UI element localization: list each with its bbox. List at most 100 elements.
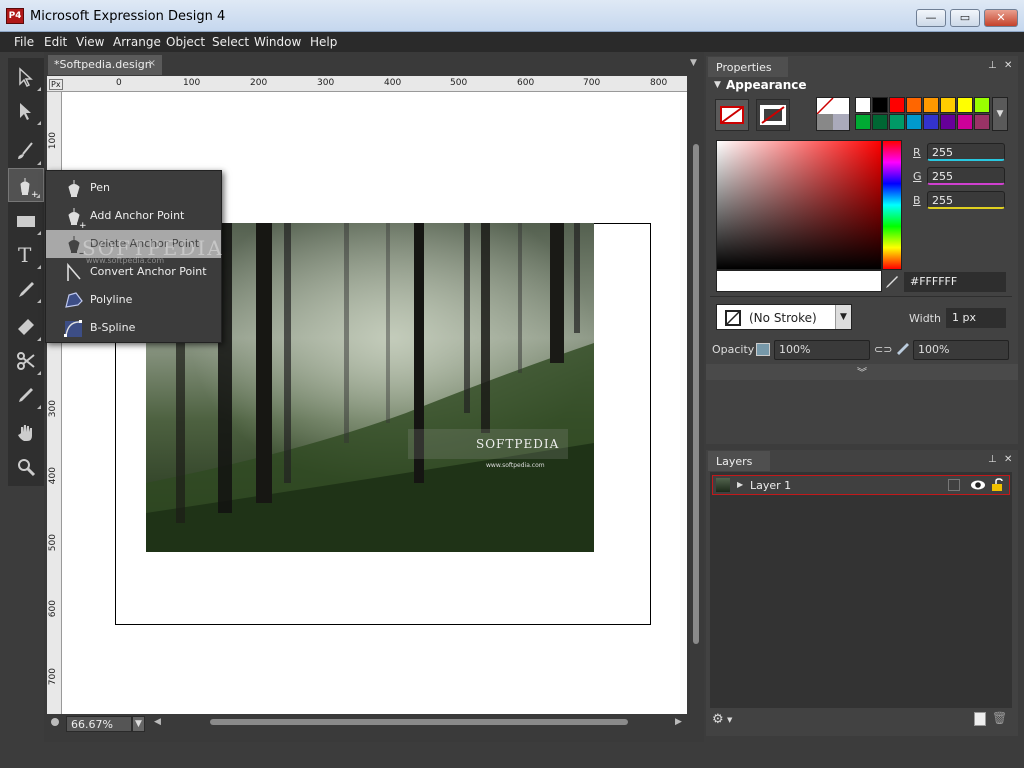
expand-more-icon[interactable]: ︾ — [706, 364, 1018, 380]
vertical-scroll-thumb[interactable] — [693, 144, 699, 644]
layer-color-box[interactable] — [948, 479, 960, 491]
swatch-none-gradient[interactable] — [816, 97, 850, 131]
menu-window[interactable]: Window — [254, 35, 301, 49]
tab-overflow-icon[interactable]: ▼ — [690, 58, 697, 68]
eyedropper-icon[interactable] — [883, 273, 901, 291]
minimize-button[interactable]: — — [916, 9, 946, 27]
rectangle-icon — [17, 216, 35, 227]
scroll-left-icon[interactable]: ◀ — [154, 717, 161, 727]
tab-properties[interactable]: Properties — [708, 57, 788, 77]
stroke-width-field[interactable]: 1 px — [946, 308, 1006, 328]
fill-button[interactable] — [715, 99, 749, 131]
fill-opacity-field[interactable]: 100% — [774, 340, 870, 360]
color-swatch[interactable] — [906, 97, 922, 113]
scissors-tool[interactable] — [8, 344, 44, 378]
tab-layers[interactable]: Layers — [708, 451, 770, 471]
color-swatch[interactable] — [855, 97, 871, 113]
color-swatch[interactable] — [906, 114, 922, 130]
delete-layer-icon[interactable]: 🗑 — [992, 711, 1007, 725]
menu-edit[interactable]: Edit — [44, 35, 67, 49]
scroll-right-icon[interactable]: ▶ — [675, 717, 682, 727]
layer-name[interactable]: Layer 1 — [750, 479, 791, 492]
chevron-down-icon[interactable]: ▼ — [835, 305, 851, 329]
hand-tool[interactable] — [8, 416, 44, 450]
color-swatch[interactable] — [940, 114, 956, 130]
layer-thumbnail — [716, 478, 730, 492]
menu-select[interactable]: Select — [212, 35, 249, 49]
stroke-opacity-field[interactable]: 100% — [913, 340, 1009, 360]
text-icon: T — [18, 245, 32, 265]
pin-icon[interactable]: ⊥ — [988, 454, 997, 465]
flyout-item-add-anchor-point[interactable]: + Add Anchor Point — [46, 202, 221, 230]
flyout-item-pen[interactable]: Pen — [46, 174, 221, 202]
maximize-button[interactable]: ▭ — [950, 9, 980, 27]
red-label: R — [913, 146, 921, 159]
flyout-item-delete-anchor-point[interactable]: – Delete Anchor Point — [46, 230, 221, 258]
text-tool[interactable]: T — [8, 238, 44, 272]
color-swatch[interactable] — [974, 97, 990, 113]
horizontal-scroll-thumb[interactable] — [210, 719, 628, 725]
blue-field[interactable]: 255 — [927, 191, 1005, 209]
hex-color-field[interactable]: #FFFFFF — [904, 272, 1006, 292]
zoom-dropdown-button[interactable]: ▼ — [132, 716, 145, 732]
eraser-tool[interactable] — [8, 310, 44, 344]
close-tab-icon[interactable]: × — [148, 58, 156, 69]
stroke-button[interactable] — [756, 99, 790, 131]
stroke-style-value: (No Stroke) — [749, 311, 817, 325]
new-layer-icon[interactable] — [974, 712, 986, 726]
zoom-tool[interactable] — [8, 450, 44, 484]
color-swatch[interactable] — [923, 97, 939, 113]
menu-arrange[interactable]: Arrange — [113, 35, 161, 49]
pen-tool[interactable]: + — [8, 168, 44, 202]
flyout-item-b-spline[interactable]: B-Spline — [46, 314, 221, 342]
collapse-arrow-icon[interactable]: ▼ — [714, 80, 721, 90]
eyedropper-tool[interactable] — [8, 272, 44, 306]
color-swatch[interactable] — [940, 97, 956, 113]
panel-close-icon[interactable]: ✕ — [1004, 454, 1012, 465]
menu-help[interactable]: Help — [310, 35, 337, 49]
close-button[interactable]: ✕ — [984, 9, 1018, 27]
color-swatch[interactable] — [872, 114, 888, 130]
expand-layer-icon[interactable]: ▶ — [737, 480, 743, 489]
ruler-unit[interactable]: Px — [49, 79, 63, 90]
color-swatch[interactable] — [889, 114, 905, 130]
link-icon[interactable]: ⊂⊃ — [874, 343, 892, 356]
color-swatch[interactable] — [957, 97, 973, 113]
stroke-style-select[interactable]: (No Stroke) ▼ — [716, 304, 852, 330]
color-swatch[interactable] — [855, 114, 871, 130]
color-swatch[interactable] — [974, 114, 990, 130]
appearance-header[interactable]: Appearance — [726, 78, 807, 92]
horizontal-ruler[interactable]: Px 0 100 200 300 400 500 600 700 800 — [47, 76, 687, 92]
swatch-dropdown-button[interactable]: ▼ — [992, 97, 1008, 131]
color-spectrum[interactable] — [716, 140, 882, 270]
color-swatch[interactable] — [889, 97, 905, 113]
menu-file[interactable]: File — [14, 35, 34, 49]
document-tab[interactable]: *Softpedia.design × — [48, 55, 162, 75]
panel-close-icon[interactable]: ✕ — [1004, 60, 1012, 71]
flyout-item-polyline[interactable]: Polyline — [46, 286, 221, 314]
pin-icon[interactable]: ⊥ — [988, 60, 997, 71]
zoom-icon[interactable] — [51, 718, 59, 726]
red-field[interactable]: 255 — [927, 143, 1005, 161]
eye-icon[interactable] — [970, 478, 986, 492]
hue-slider[interactable] — [882, 140, 902, 270]
brush-tool[interactable] — [8, 134, 44, 168]
selection-tool[interactable] — [8, 60, 44, 94]
menu-object[interactable]: Object — [166, 35, 205, 49]
color-swatch[interactable] — [957, 114, 973, 130]
color-swatch[interactable] — [923, 114, 939, 130]
lock-icon[interactable] — [990, 478, 1006, 492]
green-field[interactable]: 255 — [927, 167, 1005, 185]
color-picker-tool[interactable] — [8, 378, 44, 412]
flyout-item-label: Polyline — [90, 293, 133, 306]
ruler-tick-label: 200 — [250, 78, 268, 88]
zoom-level-field[interactable]: 66.67% — [66, 716, 132, 732]
options-dropdown-icon[interactable]: ▼ — [727, 716, 732, 724]
ruler-tick-label: 400 — [384, 78, 402, 88]
layer-options-icon[interactable]: ⚙ — [712, 712, 724, 727]
color-swatch[interactable] — [872, 97, 888, 113]
rectangle-tool[interactable] — [8, 204, 44, 238]
menu-view[interactable]: View — [76, 35, 104, 49]
brush-icon — [18, 142, 33, 159]
direct-selection-tool[interactable] — [8, 94, 44, 128]
